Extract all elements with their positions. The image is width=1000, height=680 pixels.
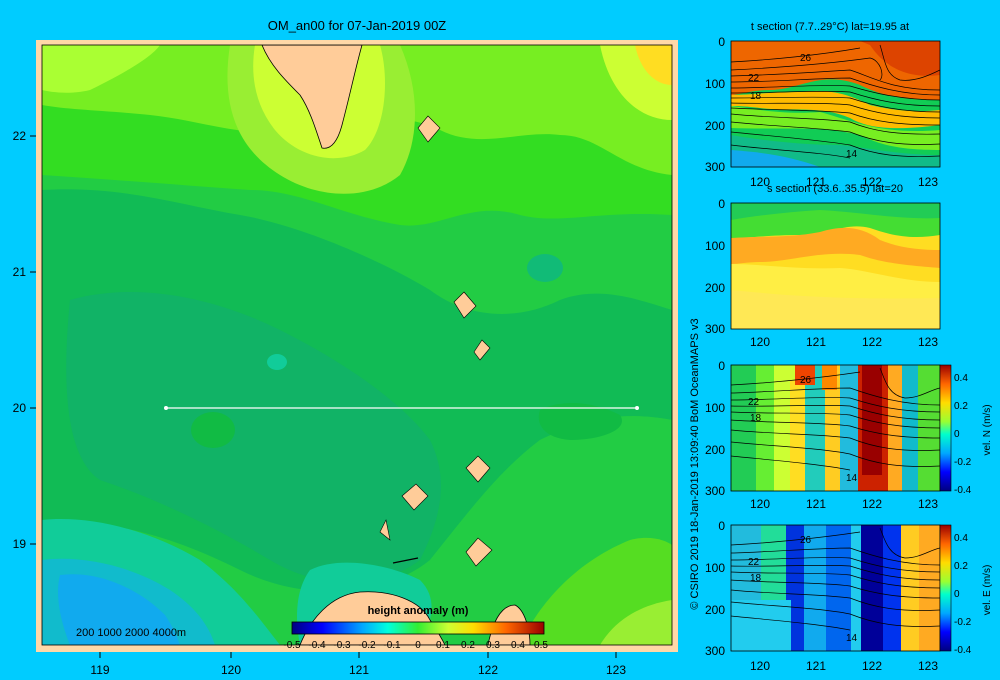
svg-text:100: 100: [705, 401, 725, 415]
svg-text:-0.4: -0.4: [954, 485, 972, 496]
svg-text:122: 122: [862, 497, 882, 511]
svg-text:22: 22: [748, 73, 760, 84]
velocity-north-label: vel. N (m/s): [982, 404, 993, 455]
credit-line: © CSIRO 2019 18-Jan-2019 13:09:40 BoM Oc…: [689, 318, 701, 609]
svg-text:120: 120: [750, 175, 770, 189]
svg-text:22: 22: [748, 557, 760, 568]
svg-text:-0.4: -0.4: [954, 645, 972, 656]
colorbar-tick: 0.1: [436, 640, 450, 651]
svg-text:121: 121: [806, 659, 826, 673]
map-lon-tick: 123: [606, 663, 626, 677]
svg-text:300: 300: [705, 484, 725, 498]
figure-title: OM_an00 for 07-Jan-2019 00Z: [268, 18, 447, 33]
colorbar-tick: 0.5: [534, 640, 548, 651]
svg-text:0: 0: [718, 359, 725, 373]
velocity-north-colorbar: [939, 364, 952, 492]
svg-text:22: 22: [748, 397, 760, 408]
map-lat-tick: 21: [13, 265, 27, 279]
svg-text:14: 14: [846, 633, 858, 644]
velocity-east-label: vel. E (m/s): [982, 565, 993, 616]
svg-text:0.2: 0.2: [954, 561, 968, 572]
svg-text:123: 123: [918, 497, 938, 511]
svg-text:26: 26: [800, 53, 812, 64]
svg-text:100: 100: [705, 561, 725, 575]
svg-text:0: 0: [718, 519, 725, 533]
svg-text:120: 120: [750, 335, 770, 349]
colorbar-tick: 0: [415, 640, 421, 651]
svg-text:121: 121: [806, 175, 826, 189]
main-map: [30, 40, 678, 658]
velocity-north-panel: [730, 364, 952, 492]
svg-text:120: 120: [750, 659, 770, 673]
svg-text:200: 200: [705, 281, 725, 295]
svg-text:123: 123: [918, 175, 938, 189]
velocity-colorbar-ticks: 0.4 0.2 0 -0.2 -0.4 0.4 0.2 0 -0.2 -0.4: [954, 373, 972, 656]
svg-text:14: 14: [846, 473, 858, 484]
svg-text:122: 122: [862, 175, 882, 189]
svg-text:14: 14: [846, 149, 858, 160]
svg-text:122: 122: [862, 659, 882, 673]
panel-depth-ticks: 0 100 200 300 0 100 200 300 0 100 200 30…: [705, 35, 725, 658]
height-anomaly-colorbar: [291, 621, 545, 635]
svg-text:121: 121: [806, 335, 826, 349]
velocity-east-panel: [730, 524, 952, 652]
map-lon-tick: 122: [478, 663, 498, 677]
svg-text:120: 120: [750, 497, 770, 511]
colorbar-tick: 0.4: [511, 640, 525, 651]
svg-text:26: 26: [800, 535, 812, 546]
salinity-section-title: s section (33.6..35.5) lat=20: [767, 183, 903, 195]
map-lat-tick: 22: [13, 129, 27, 143]
svg-text:200: 200: [705, 119, 725, 133]
height-anomaly-field: [42, 45, 672, 645]
svg-text:123: 123: [918, 335, 938, 349]
colorbar-tick: 0.2: [461, 640, 475, 651]
depth-legend: 200 1000 2000 4000m: [76, 627, 186, 639]
map-lat-tick: 20: [13, 401, 27, 415]
colorbar-tick: -0.2: [358, 640, 376, 651]
velocity-east-colorbar: [939, 524, 952, 652]
svg-text:123: 123: [918, 659, 938, 673]
colorbar-title: height anomaly (m): [368, 605, 469, 617]
svg-text:-0.2: -0.2: [954, 457, 972, 468]
svg-text:-0.2: -0.2: [954, 617, 972, 628]
section-end-marker[interactable]: [635, 406, 639, 410]
svg-text:121: 121: [806, 497, 826, 511]
svg-text:0: 0: [954, 429, 960, 440]
svg-text:100: 100: [705, 77, 725, 91]
map-lat-tick: 19: [13, 537, 27, 551]
svg-text:0: 0: [718, 35, 725, 49]
map-lon-tick: 121: [349, 663, 369, 677]
colorbar-tick: 0.3: [486, 640, 500, 651]
svg-text:0: 0: [954, 589, 960, 600]
svg-text:0: 0: [718, 197, 725, 211]
svg-text:26: 26: [800, 375, 812, 386]
svg-text:18: 18: [750, 573, 762, 584]
temperature-section-title: t section (7.7..29°C) lat=19.95 at: [751, 21, 909, 33]
salinity-section-panel: [730, 202, 941, 330]
svg-text:200: 200: [705, 443, 725, 457]
colorbar-tick: -0.3: [333, 640, 351, 651]
svg-text:0.4: 0.4: [954, 533, 968, 544]
svg-text:0.4: 0.4: [954, 373, 968, 384]
colorbar-tick: -0.1: [383, 640, 401, 651]
svg-text:300: 300: [705, 322, 725, 336]
svg-text:18: 18: [750, 91, 762, 102]
svg-text:200: 200: [705, 603, 725, 617]
svg-text:0.2: 0.2: [954, 401, 968, 412]
svg-text:300: 300: [705, 644, 725, 658]
svg-text:18: 18: [750, 413, 762, 424]
section-start-marker[interactable]: [164, 406, 168, 410]
colorbar-tick: -0.4: [308, 640, 326, 651]
colorbar-tick: -0.5: [283, 640, 301, 651]
map-lon-tick: 120: [221, 663, 241, 677]
svg-text:122: 122: [862, 335, 882, 349]
svg-text:300: 300: [705, 160, 725, 174]
figure-canvas: OM_an00 for 07-Jan-2019 00Z 119 120 121 …: [13, 18, 993, 677]
svg-text:100: 100: [705, 239, 725, 253]
temperature-section-panel: [730, 40, 941, 168]
map-lon-tick: 119: [90, 663, 109, 677]
